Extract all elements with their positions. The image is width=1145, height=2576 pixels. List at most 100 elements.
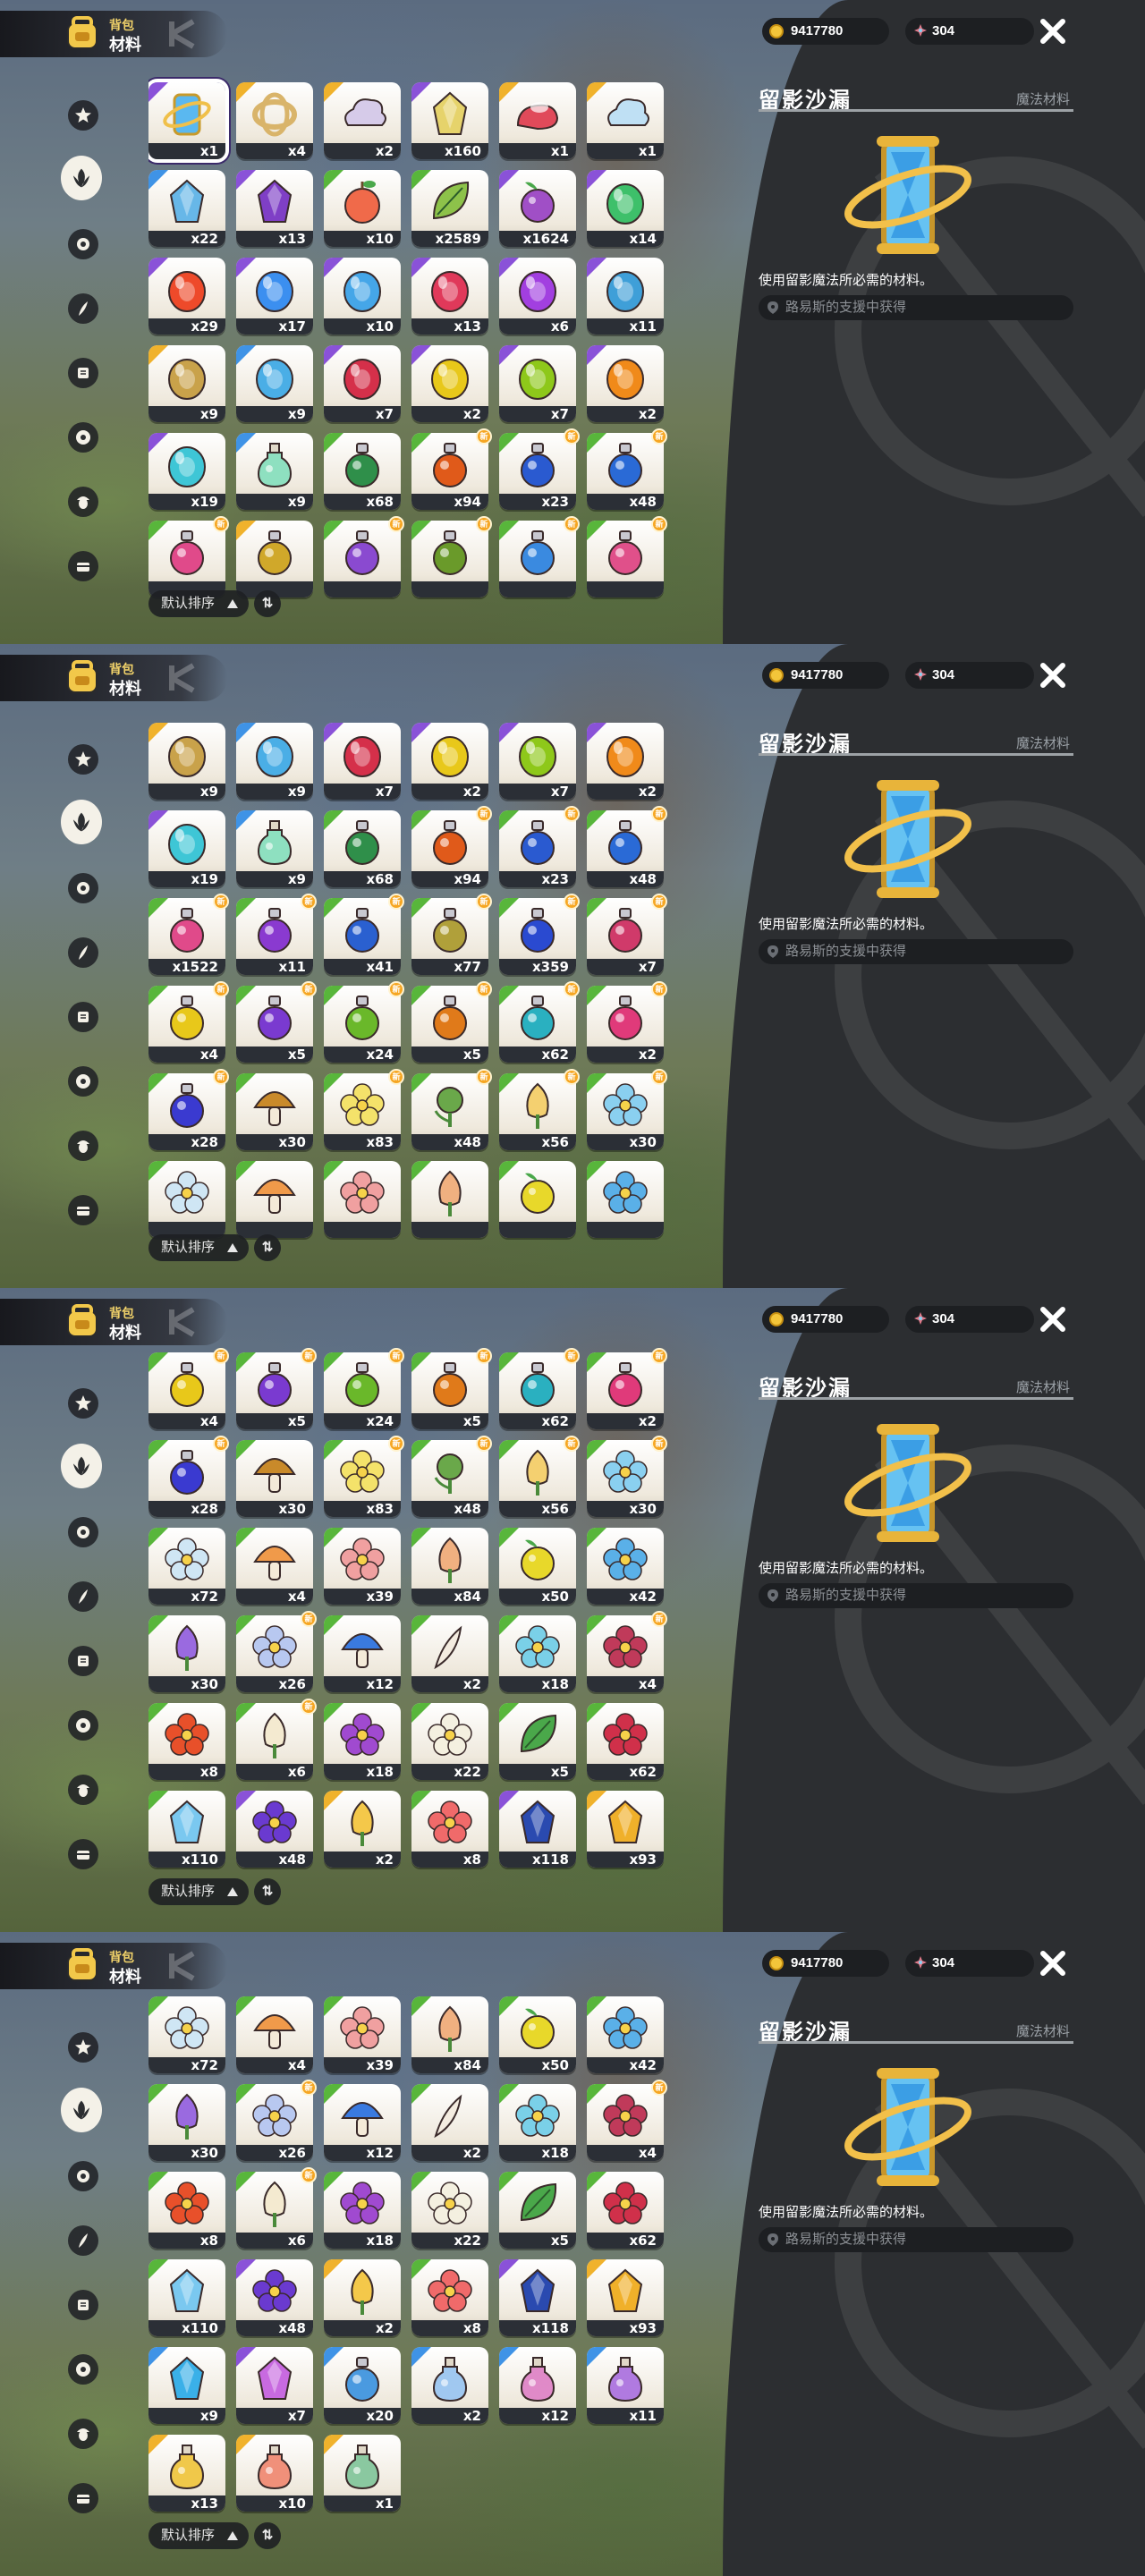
inventory-slot[interactable]: x68 (324, 810, 401, 887)
sidebar-tab-acorn[interactable] (63, 481, 104, 522)
inventory-slot[interactable]: x110 (148, 2259, 225, 2336)
inventory-slot[interactable]: x12 (324, 1615, 401, 1692)
close-icon[interactable] (1038, 16, 1068, 47)
inventory-slot[interactable]: x9 (148, 345, 225, 422)
inventory-slot[interactable]: x19 (148, 433, 225, 510)
inventory-slot[interactable]: x9 (148, 723, 225, 800)
inventory-slot[interactable]: x5 新 (236, 1348, 317, 1429)
inventory-slot[interactable]: x30 新 (587, 1436, 667, 1517)
inventory-slot[interactable]: x10 (236, 2435, 313, 2512)
close-icon[interactable] (1038, 660, 1068, 691)
inventory-slot[interactable]: x22 (411, 2172, 488, 2249)
inventory-slot[interactable]: x22 (148, 170, 225, 247)
sort-order-button[interactable]: ⇅ (254, 1234, 281, 1261)
inventory-slot[interactable] (148, 1161, 225, 1238)
sidebar-tab-gear[interactable] (63, 868, 104, 909)
inventory-slot[interactable]: x28 新 (148, 1069, 229, 1150)
inventory-slot[interactable]: x11 (587, 258, 664, 335)
inventory-slot[interactable]: x2589 (411, 170, 488, 247)
inventory-slot[interactable]: x26 新 (236, 2080, 317, 2161)
sidebar-tab-acorn[interactable] (63, 2413, 104, 2454)
inventory-slot[interactable]: x48 (236, 2259, 313, 2336)
sidebar-tab-chest[interactable] (63, 1834, 104, 1875)
inventory-slot[interactable]: x83 新 (324, 1436, 404, 1517)
inventory-slot[interactable]: x13 (411, 258, 488, 335)
inventory-slot[interactable]: 新 (499, 516, 580, 597)
inventory-slot[interactable]: x1522 新 (148, 894, 229, 975)
inventory-slot[interactable]: x42 (587, 1528, 664, 1605)
inventory-slot[interactable] (587, 1161, 664, 1238)
inventory-slot[interactable]: x84 (411, 1528, 488, 1605)
sort-order-button[interactable]: ⇅ (254, 590, 281, 617)
inventory-slot[interactable]: x6 新 (236, 2167, 317, 2249)
inventory-slot[interactable]: x30 新 (587, 1069, 667, 1150)
inventory-slot[interactable]: x1 (148, 79, 229, 163)
inventory-slot[interactable]: x13 (236, 170, 313, 247)
sidebar-tab-star[interactable] (63, 739, 104, 780)
inventory-slot[interactable]: 新 (324, 516, 404, 597)
inventory-slot[interactable]: x2 (411, 345, 488, 422)
inventory-slot[interactable]: x12 (324, 2084, 401, 2161)
inventory-slot[interactable]: x26 新 (236, 1611, 317, 1692)
inventory-slot[interactable]: x1 (499, 82, 576, 159)
sidebar-tab-sunflower[interactable] (63, 1705, 104, 1746)
inventory-slot[interactable]: x4 (236, 1528, 313, 1605)
close-icon[interactable] (1038, 1948, 1068, 1979)
inventory-slot[interactable]: 新 (148, 516, 229, 597)
inventory-slot[interactable] (236, 1161, 313, 1238)
inventory-slot[interactable]: x17 (236, 258, 313, 335)
inventory-slot[interactable]: x110 (148, 1791, 225, 1868)
inventory-slot[interactable] (324, 1161, 401, 1238)
inventory-slot[interactable]: x5 (499, 1703, 576, 1780)
inventory-slot[interactable]: x41 新 (324, 894, 404, 975)
inventory-slot[interactable] (236, 521, 313, 597)
inventory-slot[interactable]: x7 (236, 2347, 313, 2424)
sidebar-tab-chest[interactable] (63, 2478, 104, 2519)
inventory-slot[interactable]: x9 (236, 345, 313, 422)
inventory-slot[interactable]: x93 (587, 2259, 664, 2336)
inventory-slot[interactable]: x5 新 (411, 981, 492, 1063)
inventory-slot[interactable]: x30 (148, 1615, 225, 1692)
sidebar-tab-star[interactable] (63, 95, 104, 136)
inventory-slot[interactable]: x8 (411, 1791, 488, 1868)
inventory-slot[interactable]: x19 (148, 810, 225, 887)
inventory-slot[interactable]: x10 (324, 258, 401, 335)
inventory-slot[interactable]: x94 新 (411, 428, 492, 510)
inventory-slot[interactable]: x9 (236, 433, 313, 510)
inventory-slot[interactable]: x359 新 (499, 894, 580, 975)
inventory-slot[interactable]: x1 (324, 2435, 401, 2512)
sidebar-tab-scroll[interactable] (63, 2284, 104, 2326)
inventory-slot[interactable]: x118 (499, 2259, 576, 2336)
inventory-slot[interactable]: x8 (411, 2259, 488, 2336)
inventory-slot[interactable]: x48 新 (587, 806, 667, 887)
inventory-slot[interactable]: x23 新 (499, 806, 580, 887)
inventory-slot[interactable]: x7 新 (587, 894, 667, 975)
inventory-slot[interactable]: x83 新 (324, 1069, 404, 1150)
inventory-slot[interactable]: x5 (499, 2172, 576, 2249)
inventory-slot[interactable]: x28 新 (148, 1436, 229, 1517)
sort-order-button[interactable]: ⇅ (254, 2522, 281, 2549)
inventory-slot[interactable]: x50 (499, 1528, 576, 1605)
inventory-slot[interactable]: x7 (324, 723, 401, 800)
inventory-slot[interactable]: 新 (587, 516, 667, 597)
inventory-slot[interactable]: x2 (411, 2084, 488, 2161)
sidebar-tab-leaf[interactable] (61, 156, 102, 200)
inventory-slot[interactable]: x2 (324, 1791, 401, 1868)
inventory-slot[interactable]: x62 新 (499, 1348, 580, 1429)
inventory-slot[interactable]: x22 (411, 1703, 488, 1780)
sidebar-tab-chest[interactable] (63, 1190, 104, 1231)
inventory-slot[interactable]: x42 (587, 1996, 664, 2073)
inventory-slot[interactable]: x77 新 (411, 894, 492, 975)
sidebar-tab-leaf[interactable] (61, 2088, 102, 2132)
inventory-slot[interactable]: x7 (499, 345, 576, 422)
inventory-slot[interactable]: x48 (236, 1791, 313, 1868)
inventory-slot[interactable]: x118 (499, 1791, 576, 1868)
inventory-slot[interactable]: x4 (236, 1996, 313, 2073)
inventory-slot[interactable]: x7 (324, 345, 401, 422)
inventory-slot[interactable]: x2 (411, 723, 488, 800)
sidebar-tab-gear[interactable] (63, 1512, 104, 1553)
sidebar-tab-feather[interactable] (63, 1576, 104, 1617)
inventory-slot[interactable]: x20 (324, 2347, 401, 2424)
sidebar-tab-sunflower[interactable] (63, 417, 104, 458)
inventory-slot[interactable]: x2 (324, 2259, 401, 2336)
